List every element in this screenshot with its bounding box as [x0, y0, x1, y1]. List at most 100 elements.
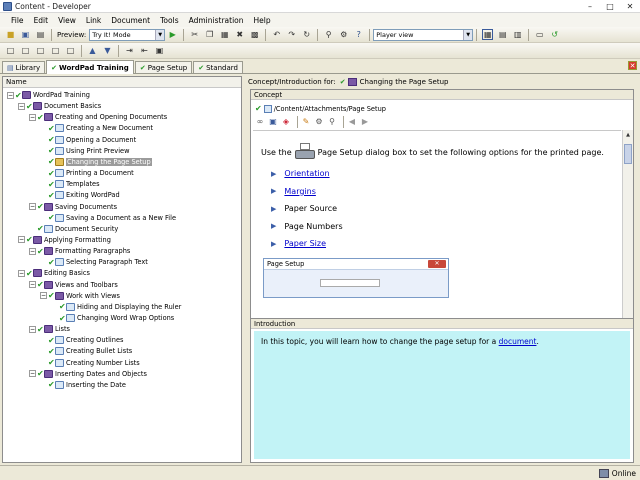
forward-icon[interactable]: ▶: [360, 117, 370, 127]
tree-item[interactable]: − ✔ Document Basics: [18, 101, 101, 111]
tree-item[interactable]: ✔ Hiding and Displaying the Ruler: [51, 302, 181, 312]
menu-link[interactable]: Link: [81, 16, 106, 25]
tree-item[interactable]: − ✔ Formatting Paragraphs: [29, 246, 130, 256]
preview-icon[interactable]: ⚲: [327, 117, 337, 127]
collapse-toggle-icon[interactable]: −: [40, 292, 47, 300]
tab-page-setup[interactable]: ✔ Page Setup: [134, 61, 193, 73]
document-link[interactable]: document: [499, 337, 537, 346]
undo-icon[interactable]: ↶: [271, 29, 282, 40]
menu-administration[interactable]: Administration: [184, 16, 249, 25]
outdent-icon[interactable]: ⇤: [139, 45, 150, 56]
new-frame-icon[interactable]: □: [50, 45, 61, 56]
tree-item[interactable]: − ✔ Applying Formatting: [18, 235, 111, 245]
close-tab-icon[interactable]: ✕: [628, 61, 637, 70]
link-icon[interactable]: ∞: [255, 117, 265, 127]
new-link-icon[interactable]: □: [20, 45, 31, 56]
menu-file[interactable]: File: [6, 16, 29, 25]
help-icon[interactable]: ?: [353, 29, 364, 40]
chevron-down-icon[interactable]: ▼: [463, 29, 473, 40]
properties-icon[interactable]: ▩: [249, 29, 260, 40]
paper-size-link[interactable]: Paper Size: [284, 239, 326, 248]
collapse-toggle-icon[interactable]: −: [29, 325, 36, 333]
tree-item[interactable]: ✔ Printing a Document: [40, 168, 134, 178]
chevron-down-icon[interactable]: ▼: [155, 29, 165, 40]
maximize-button[interactable]: □: [600, 1, 620, 12]
tree-item[interactable]: ✔ Inserting the Date: [40, 380, 126, 390]
edit-icon[interactable]: ✎: [301, 117, 311, 127]
layout-split-icon[interactable]: ▥: [512, 29, 523, 40]
indent-icon[interactable]: ⇥: [124, 45, 135, 56]
menu-tools[interactable]: Tools: [155, 16, 183, 25]
save-icon[interactable]: ▣: [268, 117, 278, 127]
tab-standard[interactable]: ✔ Standard: [193, 61, 243, 73]
collapse-toggle-icon[interactable]: −: [18, 236, 25, 244]
minimize-button[interactable]: –: [580, 1, 600, 12]
window-icon[interactable]: ▭: [534, 29, 545, 40]
tree-item[interactable]: ✔ Changing the Page Setup: [40, 157, 152, 167]
collapse-toggle-icon[interactable]: −: [29, 370, 36, 378]
tree-item[interactable]: ✔ Selecting Paragraph Text: [40, 257, 148, 267]
close-button[interactable]: ✕: [620, 1, 640, 12]
go-arrow-icon[interactable]: ▶: [167, 29, 178, 40]
tree-item[interactable]: ✔ Exiting WordPad: [40, 190, 120, 200]
menu-document[interactable]: Document: [106, 16, 155, 25]
tree-item[interactable]: − ✔ Views and Toolbars: [29, 280, 118, 290]
margins-link[interactable]: Margins: [284, 187, 316, 196]
move-up-icon[interactable]: ▲: [87, 45, 98, 56]
new-section-icon[interactable]: □: [35, 45, 46, 56]
insert-icon[interactable]: ▣: [154, 45, 165, 56]
orientation-link[interactable]: Orientation: [284, 169, 329, 178]
new-document-icon[interactable]: □: [5, 45, 16, 56]
menu-help[interactable]: Help: [249, 16, 276, 25]
delete-icon[interactable]: ✖: [234, 29, 245, 40]
cut-icon[interactable]: ✂: [189, 29, 200, 40]
menu-view[interactable]: View: [53, 16, 81, 25]
tree-item[interactable]: − ✔ Inserting Dates and Objects: [29, 369, 147, 379]
tree-item[interactable]: − ✔ WordPad Training: [7, 90, 90, 100]
tree-item[interactable]: − ✔ Lists: [29, 324, 70, 334]
back-icon[interactable]: ◀: [347, 117, 357, 127]
collapse-toggle-icon[interactable]: −: [7, 91, 14, 99]
sync-icon[interactable]: ↺: [549, 29, 560, 40]
scroll-thumb[interactable]: [624, 144, 632, 164]
save-icon[interactable]: ▣: [20, 29, 31, 40]
tree-item[interactable]: ✔ Creating Bullet Lists: [40, 346, 132, 356]
tree-item[interactable]: ✔ Document Security: [29, 224, 118, 234]
collapse-toggle-icon[interactable]: −: [29, 203, 36, 210]
tree-item[interactable]: ✔ Changing Word Wrap Options: [51, 313, 174, 323]
unlink-icon[interactable]: ◈: [281, 117, 291, 127]
collapse-toggle-icon[interactable]: −: [29, 281, 36, 289]
tree-item[interactable]: ✔ Opening a Document: [40, 135, 136, 145]
find-icon[interactable]: ⚲: [323, 29, 334, 40]
scroll-up-icon[interactable]: ▲: [623, 130, 633, 140]
tree-item[interactable]: − ✔ Creating and Opening Documents: [29, 112, 167, 122]
open-folder-icon[interactable]: ■: [5, 29, 16, 40]
refresh-icon[interactable]: ↻: [301, 29, 312, 40]
layout-icon[interactable]: ▦: [482, 29, 494, 40]
view-select[interactable]: Player view ▼: [373, 28, 474, 41]
redo-icon[interactable]: ↷: [286, 29, 297, 40]
copy-icon[interactable]: ❐: [204, 29, 215, 40]
tree-item[interactable]: ✔ Using Print Preview: [40, 146, 129, 156]
tree-item[interactable]: − ✔ Editing Basics: [18, 268, 90, 278]
tree-item[interactable]: ✔ Creating Outlines: [40, 335, 123, 345]
tab-wordpad-training[interactable]: ✔ WordPad Training: [46, 60, 134, 74]
paste-icon[interactable]: ▦: [219, 29, 230, 40]
collapse-toggle-icon[interactable]: −: [18, 102, 25, 110]
print-icon[interactable]: ▤: [35, 29, 46, 40]
collapse-toggle-icon[interactable]: −: [29, 247, 36, 255]
collapse-toggle-icon[interactable]: −: [18, 269, 25, 277]
find-replace-icon[interactable]: ⚙: [338, 29, 349, 40]
layout-alt-icon[interactable]: ▤: [497, 29, 508, 40]
tab-library[interactable]: ▤ Library: [2, 61, 46, 73]
tree-item[interactable]: ✔ Creating Number Lists: [40, 358, 140, 368]
tree-item[interactable]: ✔ Creating a New Document: [40, 123, 153, 133]
menu-edit[interactable]: Edit: [29, 16, 54, 25]
preview-mode-select[interactable]: Try It! Mode ▼: [89, 28, 166, 41]
tree-item[interactable]: ✔ Templates: [40, 179, 100, 189]
delete-node-icon[interactable]: □: [65, 45, 76, 56]
settings-icon[interactable]: ⚙: [314, 117, 324, 127]
tree-item[interactable]: − ✔ Saving Documents: [29, 202, 117, 212]
move-down-icon[interactable]: ▼: [102, 45, 113, 56]
tree-item[interactable]: ✔ Saving a Document as a New File: [40, 213, 176, 223]
